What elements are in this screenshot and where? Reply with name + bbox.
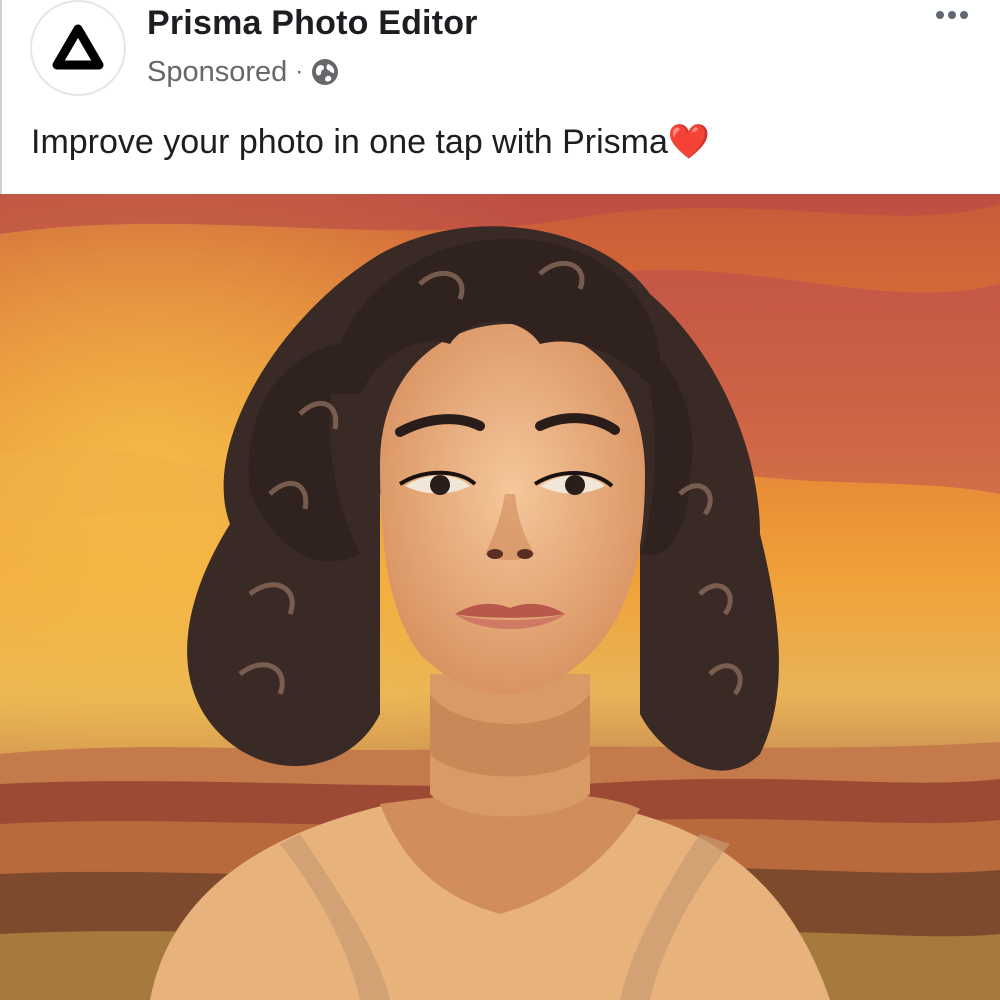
globe-icon[interactable] [311,58,339,86]
more-dot [960,11,968,19]
meta-separator: · [295,58,304,85]
more-dot [948,11,956,19]
stylized-portrait-illustration [0,194,1000,1000]
prisma-logo-icon [52,24,104,70]
page-name-link[interactable]: Prisma Photo Editor [147,4,478,43]
post-caption: Improve your photo in one tap with Prism… [31,123,711,161]
more-dot [936,11,944,19]
post-border [0,0,2,194]
page-avatar[interactable] [30,0,126,96]
post-meta: Sponsored · [147,54,339,90]
ad-image[interactable] [0,194,1000,1000]
sponsored-label[interactable]: Sponsored [147,56,287,89]
sponsored-post: Prisma Photo Editor Sponsored · Improve … [0,0,1000,1000]
more-options-button[interactable] [930,2,974,28]
